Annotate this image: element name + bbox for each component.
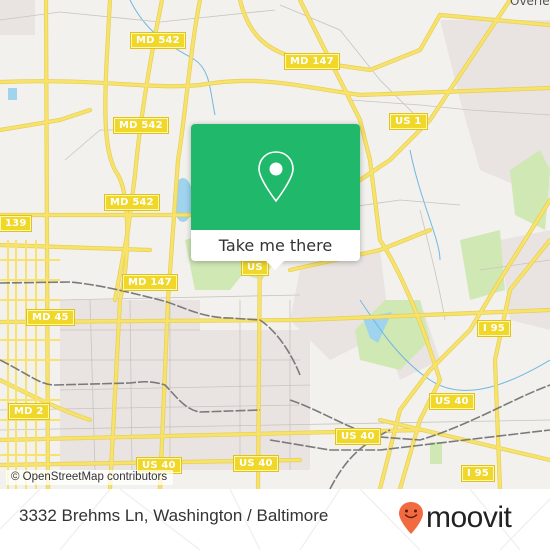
- route-shield-md147: MD 147: [122, 274, 178, 291]
- moovit-wordmark: moovit: [426, 501, 512, 534]
- route-shield-md542: MD 542: [130, 32, 186, 49]
- take-me-there-button[interactable]: Take me there: [191, 230, 360, 261]
- route-shield-md147: MD 147: [284, 53, 340, 70]
- destination-popup: Take me there: [191, 124, 360, 261]
- route-shield-md2: MD 2: [8, 403, 50, 420]
- place-label-overlea: Overlea: [510, 0, 550, 8]
- location-pin-icon: [257, 151, 294, 203]
- route-shield-us40: US 40: [335, 428, 381, 445]
- route-shield-139: 139: [0, 215, 33, 232]
- route-shield-us: US: [241, 259, 269, 276]
- moovit-pin-icon: [399, 502, 423, 534]
- route-shield-md45: MD 45: [26, 309, 75, 326]
- route-shield-us40: US 40: [429, 393, 475, 410]
- route-shield-md542: MD 542: [104, 194, 160, 211]
- address-title: 3332 Brehms Ln, Washington / Baltimore: [19, 506, 329, 525]
- footer: 3332 Brehms Ln, Washington / Baltimore m…: [0, 489, 550, 550]
- route-shield-i95: I 95: [477, 320, 511, 337]
- route-shield-md542: MD 542: [113, 117, 169, 134]
- popup-header: [191, 124, 360, 230]
- popup-pointer: [266, 261, 284, 270]
- map-attribution[interactable]: © OpenStreetMap contributors: [6, 470, 174, 485]
- moovit-logo[interactable]: moovit: [398, 501, 512, 535]
- route-shield-us40: US 40: [233, 455, 279, 472]
- route-shield-us1: US 1: [389, 113, 428, 130]
- route-shield-i95: I 95: [461, 465, 495, 482]
